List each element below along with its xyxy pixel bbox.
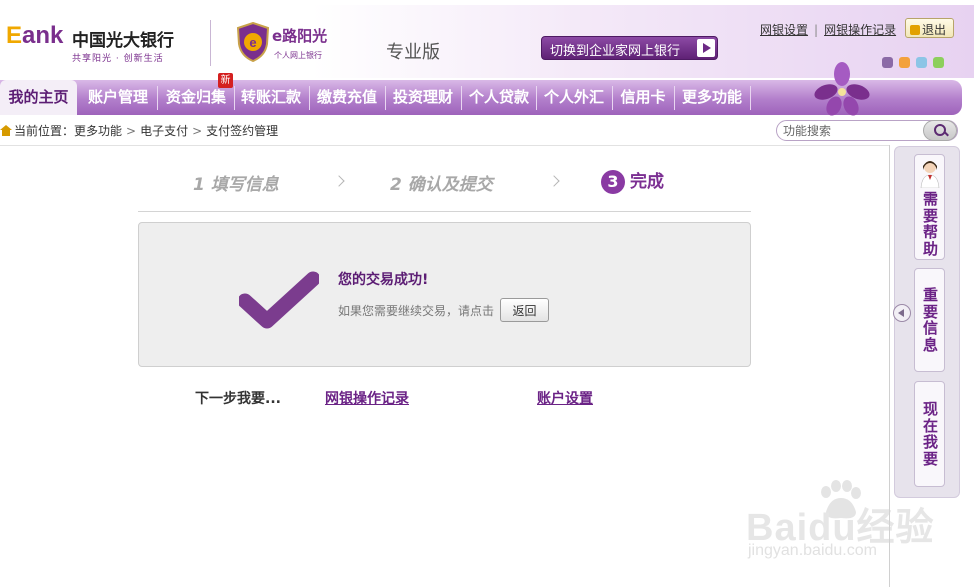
sunshine-title: e路阳光 [272,27,328,45]
nav-item-investment[interactable]: 投资理财 [387,80,459,115]
now-i-want-label: 现在我要 [922,400,938,468]
bank-name: 中国光大银行 [72,31,174,51]
chevron-right-icon: > [192,124,203,138]
new-badge: 新 [218,73,233,88]
breadcrumb-item[interactable]: 电子支付 [140,124,188,138]
chevron-right-icon: > [126,124,137,138]
important-info-label: 重要信息 [922,286,938,354]
next-step-label: 下一步我要... [195,391,281,407]
svg-text:e: e [249,35,256,50]
collapse-left-icon[interactable] [893,304,911,322]
result-title: 您的交易成功! [338,272,429,288]
account-settings-link[interactable]: 账户设置 [537,388,593,408]
theme-swatch-purple[interactable] [882,57,893,68]
important-info-card[interactable]: 重要信息 [914,268,945,372]
ebank-logo: Eank 中国光大银行 共享阳光 · 创新生活 [6,22,174,64]
theme-swatch-blue[interactable] [916,57,927,68]
function-search [776,120,958,141]
search-input[interactable] [783,123,923,138]
bank-slogan: 共享阳光 · 创新生活 [72,54,164,64]
watermark-url: jingyan.baidu.com [748,542,877,559]
need-help-label: 需要帮助 [922,190,938,258]
nav-item-payment[interactable]: 缴费充值 [311,80,383,115]
breadcrumb-item: 支付签约管理 [206,124,279,138]
home-icon [0,125,12,136]
ebank-settings-link[interactable]: 网银设置 [760,23,808,37]
agent-avatar-icon [920,161,940,188]
step-confirm-submit: 2 确认及提交 [390,175,493,195]
top-links: 网银设置 | 网银操作记录 [760,23,897,37]
checkmark-icon [239,271,319,329]
nav-item-personal-loan[interactable]: 个人贷款 [463,80,535,115]
now-i-want-card[interactable]: 现在我要 [914,381,945,487]
chevron-right-icon [548,175,560,187]
switch-enterprise-button[interactable]: 切换到企业家网上银行 [541,36,718,60]
step-fill-info: 1 填写信息 [193,175,279,195]
shield-icon: e [236,22,270,62]
chevron-right-icon [333,175,345,187]
nav-item-credit-card[interactable]: 信用卡 [614,80,672,115]
result-tip: 如果您需要继续交易，请点击 [338,304,495,318]
logo-eank: Eank [6,22,64,49]
ebank-operation-record-link[interactable]: 网银操作记录 [325,388,409,408]
result-panel: 您的交易成功! 如果您需要继续交易，请点击 返回 [138,222,751,367]
breadcrumb-item[interactable]: 更多功能 [74,124,122,138]
logo-divider [210,20,211,66]
baidu-watermark: Baidu经验 jingyan.baidu.com [746,478,974,568]
theme-swatch-orange[interactable] [899,57,910,68]
nav-item-forex[interactable]: 个人外汇 [538,80,610,115]
back-button[interactable]: 返回 [500,298,549,322]
play-arrow-icon [697,39,715,57]
sunshine-logo: e e路阳光 个人网上银行 [234,22,328,66]
step-complete: 3 完成 [601,167,664,194]
lock-icon [910,25,920,35]
theme-swatch-green[interactable] [933,57,944,68]
nav-item-transfer[interactable]: 转账汇款 [236,80,306,115]
logout-button[interactable]: 退出 [905,18,954,38]
content-divider [0,145,890,146]
orchid-flower-icon [814,62,870,116]
sunshine-subtitle: 个人网上银行 [274,51,322,60]
edition-label: 专业版 [386,42,440,63]
theme-swatches [882,53,950,72]
ebank-operation-record-link[interactable]: 网银操作记录 [824,23,896,37]
step-indicator: 1 填写信息 2 确认及提交 3 完成 [0,166,890,196]
nav-item-account[interactable]: 账户管理 [82,80,154,115]
steps-divider [138,211,751,212]
breadcrumb: 当前位置：更多功能 > 电子支付 > 支付签约管理 [0,122,278,139]
nav-item-home[interactable]: 我的主页 [0,80,77,115]
header-topbar [0,0,974,5]
search-icon[interactable] [923,120,957,141]
need-help-card[interactable]: 需要帮助 [914,154,945,260]
nav-item-more[interactable]: 更多功能 [676,80,748,115]
